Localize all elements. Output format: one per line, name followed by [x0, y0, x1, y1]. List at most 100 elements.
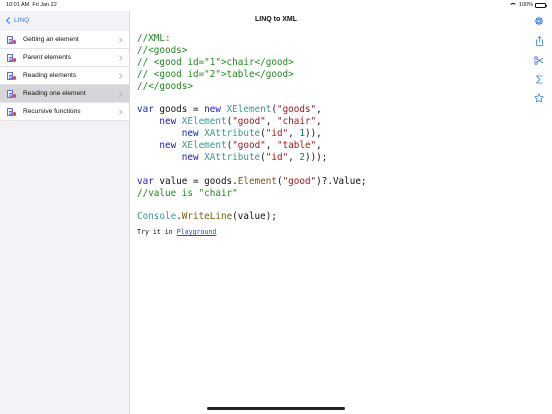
code-line: var value = goods.Element("good")?.Value…	[137, 176, 367, 188]
code-line: new XAttribute("id", 1)),	[137, 128, 367, 140]
share-icon	[535, 36, 543, 46]
document-icon	[7, 53, 16, 62]
chevron-right-icon	[116, 109, 122, 115]
code-token: goods =	[153, 104, 205, 116]
code-token: new	[159, 116, 177, 128]
sidebar-item-label: Parent elements	[23, 54, 72, 61]
code-token: //<goods>	[137, 44, 188, 56]
sigma-button[interactable]	[531, 71, 547, 87]
code-line: new XAttribute("id", 2)));	[137, 152, 367, 164]
page-title: LINQ to XML	[255, 16, 297, 23]
sidebar-item-label: Getting an element	[23, 36, 79, 43]
code-token: "good"	[232, 116, 266, 128]
code-token: Element	[237, 175, 277, 187]
code-token: new	[204, 104, 221, 116]
sigma-icon	[535, 75, 542, 83]
code-block: //XML://<goods>// <good id="1">chair</go…	[137, 33, 367, 223]
document-icon	[7, 71, 16, 80]
code-token: "chair"	[276, 116, 317, 128]
document-icon	[7, 107, 16, 116]
sidebar-list: Getting an element Parent elements Reading…	[0, 31, 129, 121]
share-button[interactable]	[531, 33, 547, 49]
code-token: WriteLine	[181, 211, 233, 223]
chevron-right-icon	[116, 37, 122, 43]
code-token: "id"	[265, 151, 289, 163]
code-token: var	[137, 104, 154, 116]
code-token: // <good id="1">chair</good>	[137, 56, 294, 68]
status-time: 10:01 AM Fri Jan 22	[6, 2, 57, 8]
document-icon	[7, 89, 16, 98]
sidebar-item[interactable]: Parent elements	[0, 49, 129, 67]
code-token: // <good id="2">table</good>	[137, 68, 294, 80]
back-button[interactable]: LINQ	[0, 11, 129, 29]
sidebar: LINQ Getting an element Parent elements Re…	[0, 11, 130, 414]
code-token: )?.Value;	[316, 175, 367, 187]
code-token: new	[181, 128, 199, 140]
code-line: //XML:	[137, 33, 367, 45]
code-token: XElement	[226, 104, 272, 116]
code-token: //value is "chair"	[137, 187, 238, 199]
back-label: LINQ	[14, 16, 30, 24]
chevron-right-icon	[116, 91, 122, 97]
code-token: new	[159, 140, 177, 152]
sidebar-item-label: Reading elements	[23, 72, 77, 79]
code-token: "good"	[232, 140, 266, 152]
code-token: "id"	[265, 128, 289, 140]
code-line: //value is "chair"	[137, 188, 367, 200]
chevron-right-icon	[116, 73, 122, 79]
code-line: new XElement("good", "table",	[137, 140, 367, 152]
status-date: Fri Jan 22	[32, 2, 57, 8]
code-token: XElement	[181, 140, 227, 152]
code-token: "table"	[276, 140, 317, 152]
code-line: // <good id="2">table</good>	[137, 69, 367, 81]
try-it-line: Try it in Playground	[137, 228, 216, 236]
code-token: )));	[304, 151, 328, 163]
code-token: ,	[288, 151, 300, 163]
sidebar-item[interactable]: Reading one element	[0, 85, 129, 103]
code-line: var goods = new XElement("goods",	[137, 104, 367, 116]
sidebar-item[interactable]: Reading elements	[0, 67, 129, 85]
code-token: ,	[265, 116, 277, 128]
code-token: ,	[265, 140, 277, 152]
code-token: //XML:	[137, 33, 171, 44]
code-token: ,	[316, 104, 322, 116]
code-token: )),	[304, 128, 322, 140]
code-token: "goods"	[276, 104, 317, 116]
status-indicators: 100%	[509, 2, 547, 8]
code-token: Console	[137, 211, 177, 223]
code-token: XAttribute	[204, 151, 261, 163]
status-bar: 10:01 AM Fri Jan 22 100%	[0, 0, 552, 11]
sidebar-item-label: Reading one element	[23, 90, 86, 97]
code-token: value = goods.	[153, 175, 238, 187]
status-time-text: 10:01 AM	[6, 2, 30, 8]
favorite-button[interactable]	[531, 90, 547, 106]
sidebar-item[interactable]: Recursive functions	[0, 103, 129, 121]
chevron-right-icon	[116, 55, 122, 61]
settings-button[interactable]	[531, 13, 547, 29]
sidebar-item-label: Recursive functions	[23, 108, 81, 115]
document-icon	[7, 35, 16, 44]
scissors-icon	[534, 55, 544, 65]
scissors-button[interactable]	[531, 52, 547, 68]
main-content: LINQ to XML //XML://<goods>// <good id="…	[130, 11, 552, 414]
gear-icon	[534, 16, 544, 26]
code-token: "good"	[282, 175, 317, 187]
playground-link[interactable]: Playground	[177, 228, 217, 236]
wifi-icon	[509, 3, 517, 8]
sidebar-item[interactable]: Getting an element	[0, 31, 129, 49]
code-token: var	[137, 175, 154, 187]
code-line: //</goods>	[137, 81, 367, 93]
code-token: (value);	[232, 211, 277, 223]
code-token: //</goods>	[137, 80, 193, 92]
star-icon	[534, 93, 544, 103]
battery-percent: 100%	[518, 2, 533, 8]
battery-icon	[535, 2, 547, 8]
try-it-prefix: Try it in	[137, 228, 177, 236]
code-token: XAttribute	[204, 128, 261, 140]
code-token: ,	[316, 116, 322, 128]
